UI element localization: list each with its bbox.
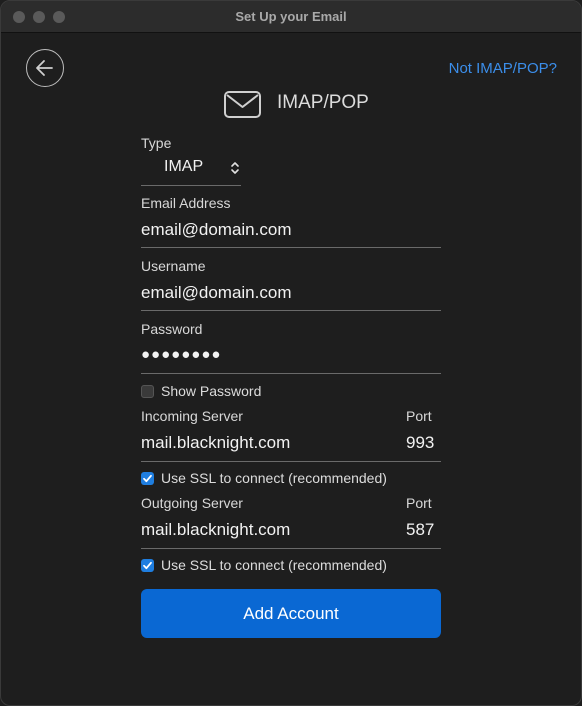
divider: [141, 247, 441, 248]
type-label: Type: [141, 135, 172, 151]
window-title: Set Up your Email: [235, 9, 347, 24]
incoming-ssl-checkbox[interactable]: [141, 472, 154, 485]
back-button[interactable]: [26, 49, 64, 87]
incoming-server-label: Incoming Server: [141, 408, 243, 424]
type-select-value: IMAP: [164, 158, 204, 175]
outgoing-server-field[interactable]: mail.blacknight.com: [141, 520, 290, 540]
username-label: Username: [141, 258, 206, 274]
outgoing-port-label: Port: [406, 495, 432, 511]
outgoing-ssl-label: Use SSL to connect (recommended): [161, 557, 387, 573]
checkmark-icon: [143, 474, 152, 483]
add-account-button[interactable]: Add Account: [141, 589, 441, 638]
chevron-up-down-icon: [231, 162, 239, 174]
arrow-left-icon: [36, 60, 53, 76]
incoming-port-field[interactable]: 993: [406, 433, 434, 453]
header-title: IMAP/POP: [277, 92, 369, 113]
username-field[interactable]: email@domain.com: [141, 283, 291, 303]
outgoing-port-field[interactable]: 587: [406, 520, 434, 540]
not-imap-pop-link[interactable]: Not IMAP/POP?: [449, 60, 557, 77]
checkmark-icon: [143, 561, 152, 570]
password-field[interactable]: ●●●●●●●●: [141, 346, 221, 363]
envelope-icon: [224, 91, 261, 118]
show-password-checkbox[interactable]: [141, 385, 154, 398]
divider: [141, 373, 441, 374]
email-address-label: Email Address: [141, 195, 231, 211]
incoming-port-label: Port: [406, 408, 432, 424]
title-bar: Set Up your Email: [1, 1, 581, 33]
password-label: Password: [141, 321, 203, 337]
outgoing-ssl-checkbox[interactable]: [141, 559, 154, 572]
type-select[interactable]: IMAP: [141, 153, 241, 186]
incoming-ssl-label: Use SSL to connect (recommended): [161, 470, 387, 486]
divider: [141, 461, 441, 462]
setup-email-window: Set Up your Email Not IMAP/POP? IMAP/POP…: [0, 0, 582, 706]
divider: [141, 310, 441, 311]
divider: [141, 548, 441, 549]
email-address-field[interactable]: email@domain.com: [141, 220, 291, 240]
outgoing-server-label: Outgoing Server: [141, 495, 243, 511]
show-password-label: Show Password: [161, 383, 262, 399]
incoming-server-field[interactable]: mail.blacknight.com: [141, 433, 290, 453]
